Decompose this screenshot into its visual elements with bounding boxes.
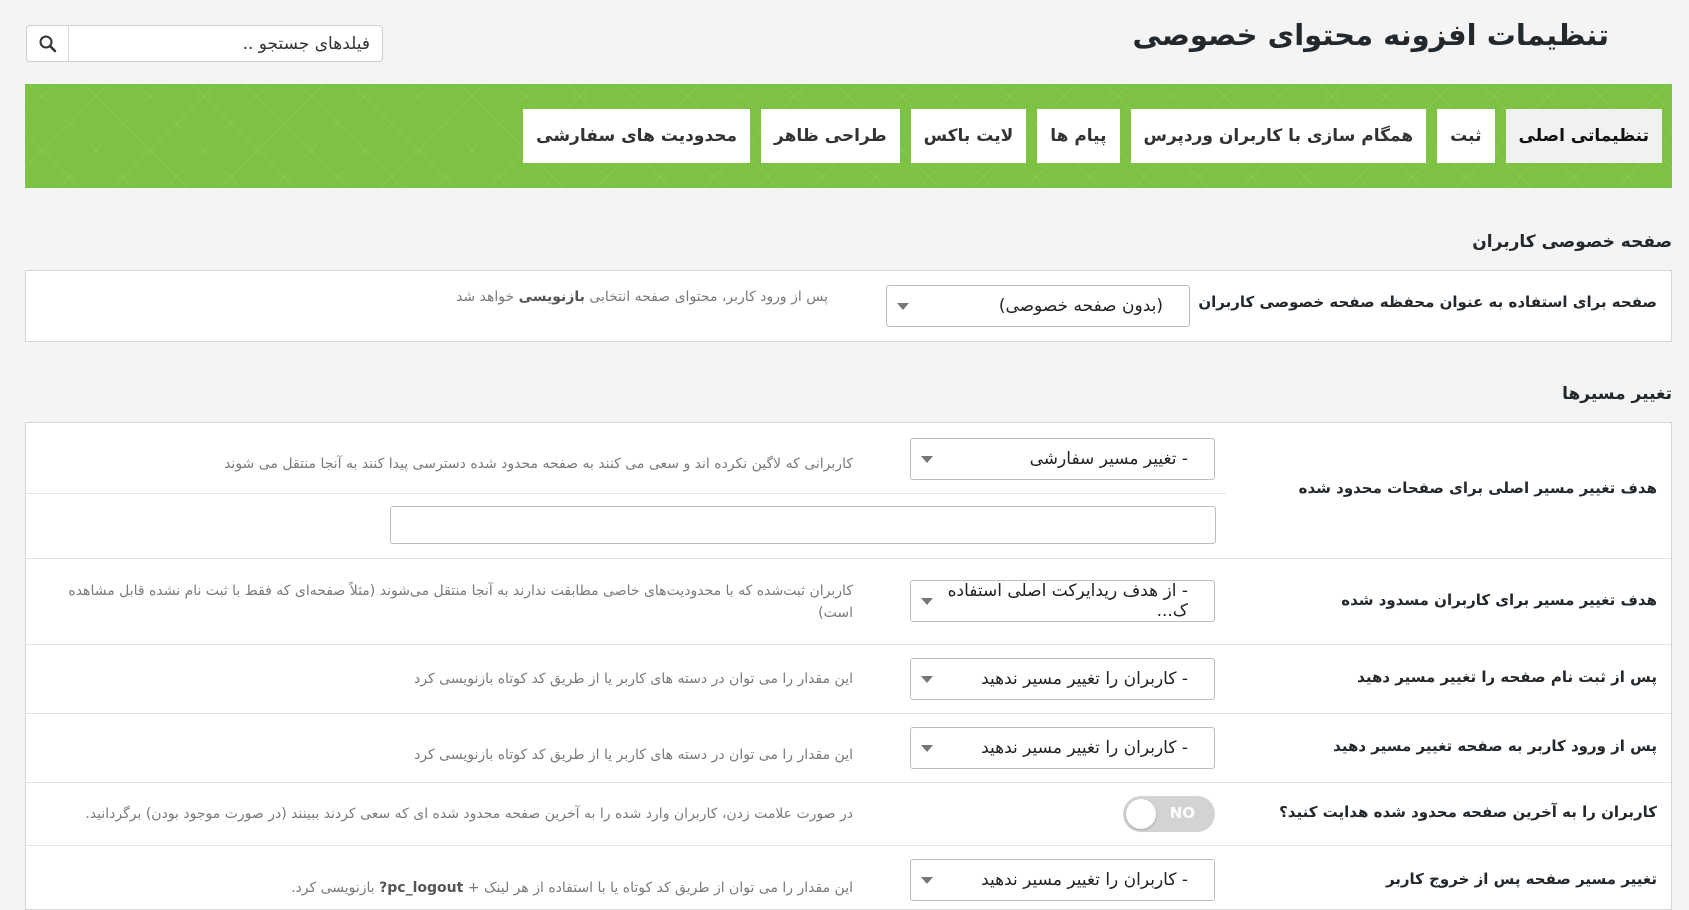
redirect-blocked-select-value: - از هدف ریدایرکت اصلی استفاده ک... <box>947 581 1188 621</box>
private-page-row: صفحه برای استفاده به عنوان محفظه صفحه خص… <box>26 271 1671 341</box>
tab-registration[interactable]: ثبت <box>1437 109 1495 163</box>
chevron-down-icon <box>921 598 933 605</box>
redirect-main-hint: کاربرانی که لاگین نکرده اند و سعی می کنن… <box>224 456 853 472</box>
redirect-after-register-select[interactable]: - کاربران را تغییر مسیر ندهید <box>910 658 1215 700</box>
page-title: تنظیمات افزونه محتوای خصوصی <box>1132 18 1609 52</box>
redirect-last-restricted-row: کاربران را به آخرین صفحه محدود شده هدایت… <box>26 783 1671 846</box>
redirect-after-register-select-value: - کاربران را تغییر مسیر ندهید <box>981 669 1188 689</box>
redirect-after-logout-select-value: - کاربران را تغییر مسیر ندهید <box>981 870 1188 890</box>
redirect-after-login-label: پس از ورود کاربر به صفحه تغییر مسیر دهید <box>1333 737 1657 755</box>
redirect-after-login-select[interactable]: - کاربران را تغییر مسیر ندهید <box>910 727 1215 769</box>
redirects-section-title: تغییر مسیرها <box>1562 384 1672 404</box>
chevron-down-icon <box>921 456 933 463</box>
redirect-last-restricted-label: کاربران را به آخرین صفحه محدود شده هدایت… <box>1279 803 1657 821</box>
redirect-blocked-hint: کاربران ثبت‌شده که با محدودیت‌های خاصی م… <box>68 583 853 621</box>
tab-lightbox[interactable]: لایت باکس <box>910 109 1027 163</box>
redirect-after-register-label: پس از ثبت نام صفحه را تغییر مسیر دهید <box>1357 668 1657 686</box>
chevron-down-icon <box>921 745 933 752</box>
tab-wp-user-sync[interactable]: همگام سازی با کاربران وردپرس <box>1130 109 1427 163</box>
redirect-last-restricted-hint: در صورت علامت زدن، کاربران وارد شده را ب… <box>85 806 853 822</box>
toggle-knob <box>1126 799 1156 829</box>
redirect-blocked-select[interactable]: - از هدف ریدایرکت اصلی استفاده ک... <box>910 580 1215 622</box>
search-icon[interactable] <box>27 26 69 61</box>
redirect-blocked-label: هدف تغییر مسیر برای کاربران مسدود شده <box>1341 591 1657 609</box>
redirect-after-login-select-value: - کاربران را تغییر مسیر ندهید <box>981 738 1188 758</box>
tab-custom-restrictions[interactable]: محدودیت های سفارشی <box>523 109 751 163</box>
private-page-label: صفحه برای استفاده به عنوان محفظه صفحه خص… <box>1198 293 1657 311</box>
redirect-main-label: هدف تغییر مسیر اصلی برای صفحات محدود شده <box>1298 479 1657 497</box>
chevron-down-icon <box>921 877 933 884</box>
redirect-main-row: هدف تغییر مسیر اصلی برای صفحات محدود شده… <box>26 423 1671 559</box>
chevron-down-icon <box>921 676 933 683</box>
private-page-section-title: صفحه خصوصی کاربران <box>1472 232 1672 252</box>
divider <box>26 493 1226 494</box>
toggle-label: NO <box>1169 804 1195 822</box>
redirect-after-logout-select[interactable]: - کاربران را تغییر مسیر ندهید <box>910 859 1215 901</box>
custom-redirect-url-input[interactable] <box>390 506 1216 544</box>
search-input[interactable] <box>69 26 382 61</box>
tab-messages[interactable]: پیام ها <box>1037 109 1120 163</box>
redirect-after-login-hint: این مقدار را می توان در دسته های کاربر ی… <box>414 747 853 763</box>
redirect-main-select-value: - تغییر مسیر سفارشی <box>1029 449 1188 469</box>
redirect-after-logout-hint: این مقدار را می توان از طریق کد کوتاه یا… <box>291 880 853 896</box>
private-page-panel: صفحه برای استفاده به عنوان محفظه صفحه خص… <box>25 270 1672 342</box>
redirect-blocked-row: هدف تغییر مسیر برای کاربران مسدود شده - … <box>26 559 1671 645</box>
private-page-select-value: (بدون صفحه خصوصی) <box>998 296 1163 316</box>
private-page-select[interactable]: (بدون صفحه خصوصی) <box>886 285 1190 327</box>
redirect-after-logout-label: تغییر مسیر صفحه پس از خروج کاربر <box>1385 870 1657 888</box>
tab-main-settings[interactable]: تنظیماتی اصلی <box>1505 109 1662 163</box>
last-restricted-toggle[interactable]: NO <box>1123 796 1215 832</box>
redirect-main-select[interactable]: - تغییر مسیر سفارشی <box>910 438 1215 480</box>
redirects-panel: هدف تغییر مسیر اصلی برای صفحات محدود شده… <box>25 422 1672 910</box>
chevron-down-icon <box>897 303 909 310</box>
redirect-after-register-hint: این مقدار را می توان در دسته های کاربر ی… <box>414 671 853 687</box>
tab-styling[interactable]: طراحی ظاهر <box>761 109 900 163</box>
redirect-after-logout-row: تغییر مسیر صفحه پس از خروج کاربر - کاربر… <box>26 846 1671 909</box>
tab-bar: تنظیماتی اصلی ثبت همگام سازی با کاربران … <box>25 84 1672 188</box>
search-box[interactable] <box>26 25 383 62</box>
private-page-hint: پس از ورود کاربر، محتوای صفحه انتخابی با… <box>456 289 828 305</box>
redirect-after-login-row: پس از ورود کاربر به صفحه تغییر مسیر دهید… <box>26 714 1671 783</box>
redirect-after-register-row: پس از ثبت نام صفحه را تغییر مسیر دهید - … <box>26 645 1671 714</box>
